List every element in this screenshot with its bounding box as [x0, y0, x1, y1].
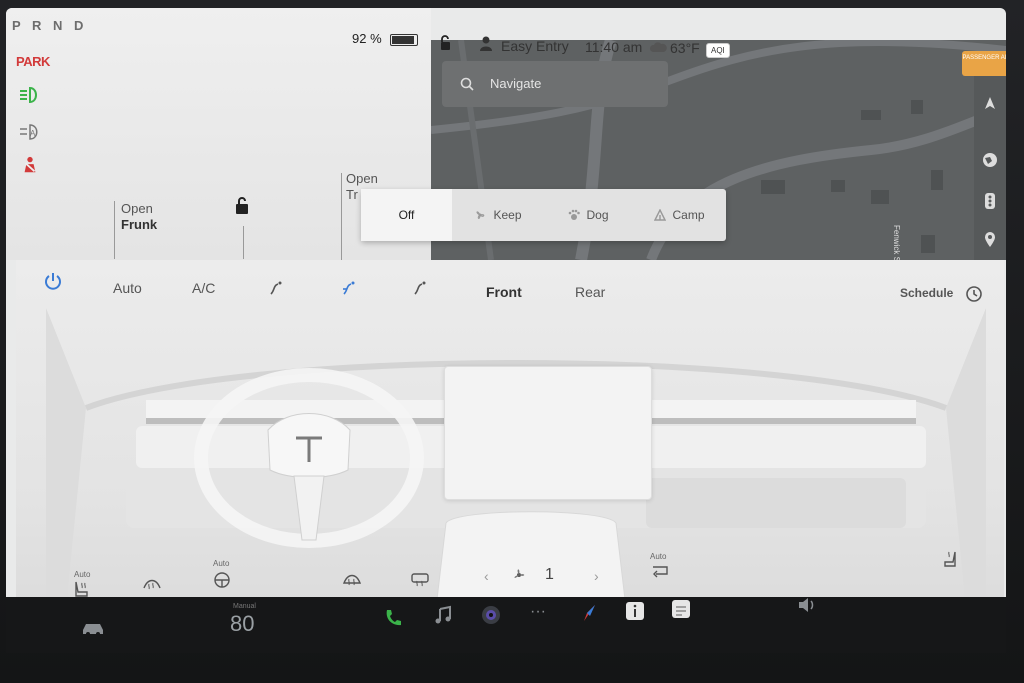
fan-icon [476, 211, 485, 219]
airflow-feet-icon[interactable] [412, 280, 428, 296]
recirculation-icon[interactable] [650, 564, 670, 578]
lock-status-icon[interactable] [438, 35, 452, 51]
paw-icon [569, 209, 581, 220]
aqi-badge: AQI [706, 43, 730, 58]
front-defrost-icon[interactable] [342, 572, 362, 588]
more-apps-icon[interactable]: ··· [530, 603, 546, 621]
fan-speed-icon [514, 569, 525, 578]
battery-percent: 92 % [352, 31, 382, 46]
volume-icon[interactable] [796, 594, 818, 616]
airflow-face-icon[interactable] [268, 280, 284, 296]
wheel-heater-auto-label: Auto [213, 559, 230, 568]
auto-high-beam-icon: A [20, 124, 38, 140]
clock-icon[interactable] [965, 285, 983, 303]
fan-speed-value: 1 [545, 566, 554, 583]
car-outline-line [114, 201, 115, 259]
car-outline-line [243, 226, 244, 259]
headlights-icon [20, 86, 37, 104]
compass-icon[interactable] [983, 96, 997, 110]
seat-auto-label-left: Auto [74, 570, 91, 579]
temperature-setting[interactable]: 80 [230, 611, 254, 637]
climate-auto-button[interactable]: Auto [113, 280, 142, 296]
manual-info-icon[interactable] [624, 600, 646, 622]
climate-keeper-selector: Off Keep Dog Camp [361, 189, 726, 241]
trunk-open-label: Open [346, 171, 378, 186]
navigation-app-icon[interactable] [578, 602, 600, 624]
rear-defrost-icon[interactable] [410, 572, 430, 588]
traffic-icon[interactable] [984, 192, 996, 210]
calendar-icon[interactable] [670, 598, 692, 620]
keep-mode-dog[interactable]: Dog [543, 189, 634, 241]
street-label: Fenwick St [892, 225, 901, 260]
frunk-label: Frunk [121, 217, 158, 232]
battery-icon [390, 34, 418, 46]
keep-off-label: Off [398, 208, 415, 222]
frunk-open-label: Open [121, 201, 153, 216]
defrost-front-button[interactable]: Front [486, 284, 522, 300]
fan-increase-button[interactable]: › [594, 568, 599, 584]
keep-mode-camp[interactable]: Camp [634, 189, 725, 241]
keep-keep-label: Keep [493, 208, 522, 222]
seat-heater-left-icon[interactable] [72, 580, 92, 598]
globe-icon[interactable] [982, 152, 998, 168]
keep-mode-off[interactable]: Off [361, 189, 452, 241]
clock: 11:40 am [585, 39, 643, 55]
center-display-illustration [444, 366, 652, 500]
tent-icon [654, 209, 667, 221]
camera-icon[interactable] [480, 604, 502, 626]
phone-icon[interactable] [382, 607, 404, 629]
svg-text:A: A [30, 129, 36, 138]
driver-profile-name[interactable]: Easy Entry [501, 38, 569, 54]
fan-decrease-button[interactable]: ‹ [484, 568, 489, 584]
keep-dog-label: Dog [586, 208, 609, 222]
keep-mode-keep[interactable]: Keep [452, 189, 543, 241]
recirculation-auto-label: Auto [650, 552, 667, 561]
search-icon [460, 77, 474, 91]
seat-heater-right-icon[interactable] [941, 548, 961, 570]
bottom-dock [6, 597, 1006, 653]
climate-schedule-button[interactable]: Schedule [900, 286, 953, 300]
open-frunk-button[interactable]: Open Frunk [121, 201, 157, 233]
music-icon[interactable] [432, 605, 454, 627]
navigate-placeholder: Navigate [490, 76, 542, 91]
car-icon[interactable] [80, 620, 106, 636]
unlock-icon[interactable] [232, 196, 252, 216]
airflow-face-feet-icon[interactable] [341, 280, 357, 296]
car-outline-line [341, 173, 342, 260]
ac-button[interactable]: A/C [192, 280, 215, 296]
gear-indicator: P R N D [12, 18, 88, 33]
cloudy-weather-icon [649, 42, 667, 52]
outside-temperature: 63°F [670, 40, 700, 56]
map-controls [974, 74, 1006, 260]
passenger-airbag-indicator: PASSENGER AIRBAG [962, 51, 1006, 76]
heated-wiper-icon[interactable] [142, 576, 162, 592]
steering-hub-illustration [267, 413, 351, 541]
navigate-search[interactable]: Navigate [442, 61, 668, 107]
defrost-rear-button[interactable]: Rear [575, 284, 605, 300]
location-pin-icon[interactable] [984, 232, 996, 248]
touchscreen: P R N D PARK A 92 % Open Frunk Open Tr F… [6, 8, 1006, 653]
speed-mode-label: Manual [233, 603, 256, 610]
profile-icon[interactable] [479, 36, 493, 52]
seatbelt-warning-icon [24, 156, 36, 173]
climate-power-icon[interactable] [44, 272, 62, 290]
keep-camp-label: Camp [672, 208, 705, 222]
park-indicator: PARK [16, 54, 50, 69]
steering-wheel-heater-icon[interactable] [212, 571, 232, 589]
